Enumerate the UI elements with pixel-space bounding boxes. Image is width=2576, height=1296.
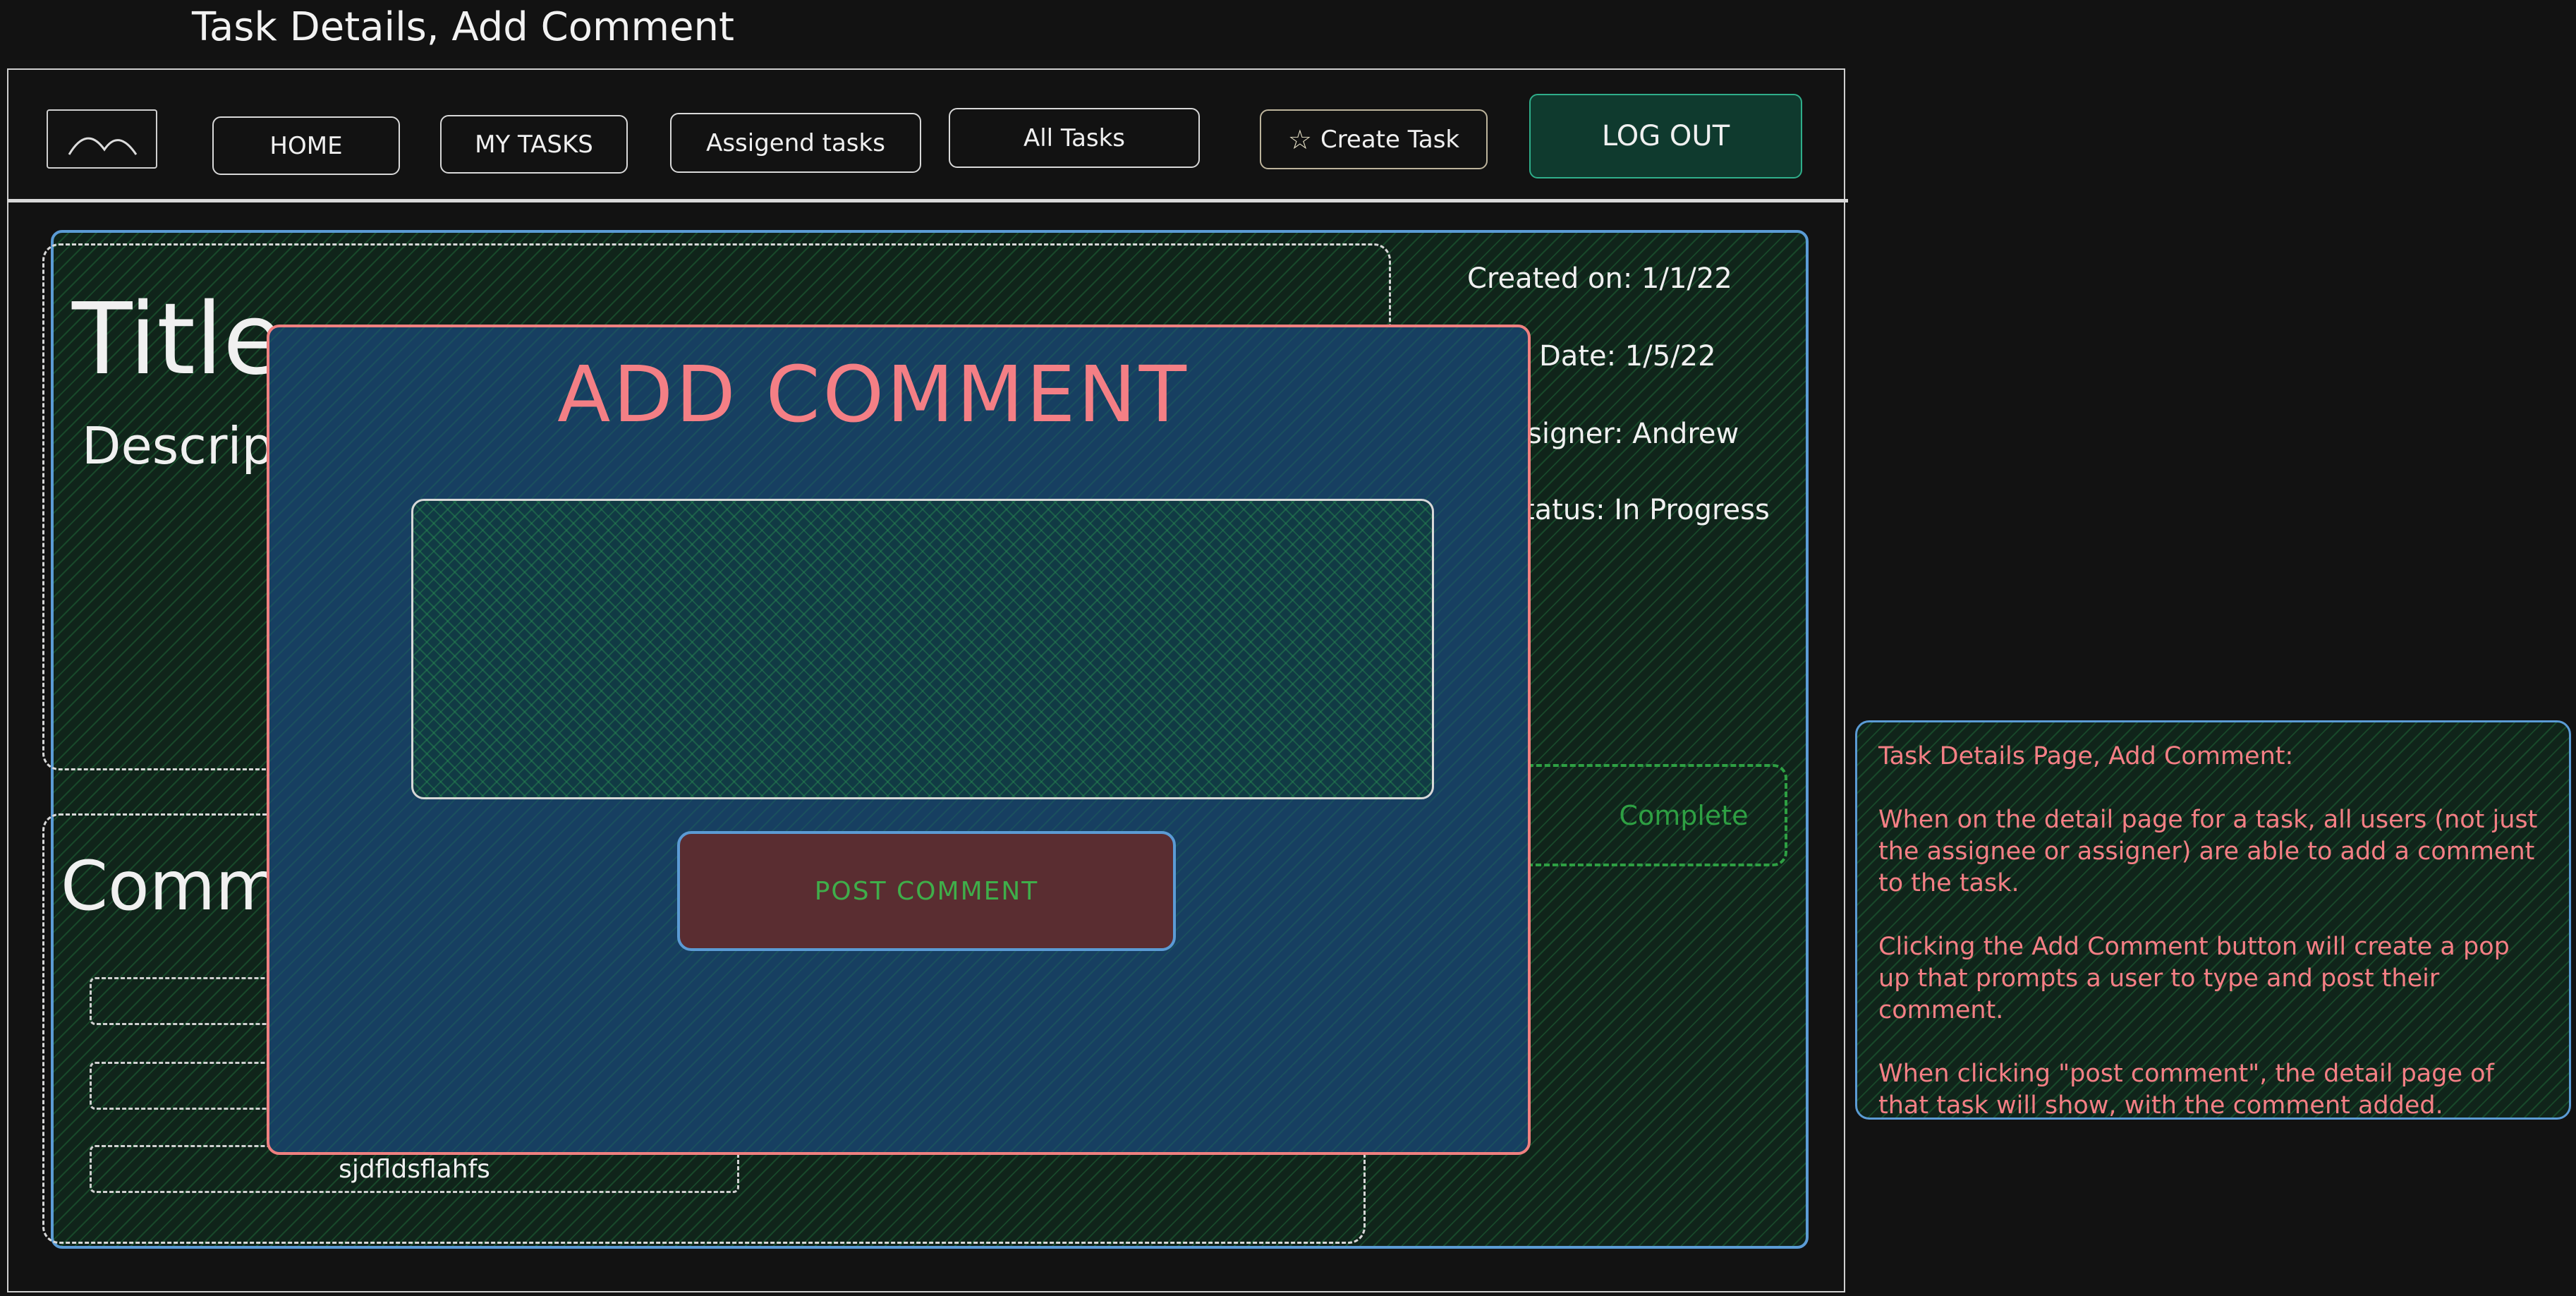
mountain-logo-icon <box>68 137 138 155</box>
complete-label: Complete <box>1619 799 1749 831</box>
assigner-text: signer: Andrew <box>1527 418 1739 450</box>
logo[interactable] <box>47 109 157 169</box>
nav-my-tasks-button[interactable]: MY TASKS <box>440 115 628 174</box>
star-icon: ☆ <box>1287 123 1312 155</box>
create-task-label: Create Task <box>1320 125 1460 154</box>
annotation-note: Task Details Page, Add Comment: When on … <box>1855 720 2571 1120</box>
task-description: Descrip <box>82 416 274 476</box>
note-heading: Task Details Page, Add Comment: <box>1878 742 2294 770</box>
comment-text: sjdfldsflahfs <box>339 1154 490 1184</box>
navbar-divider <box>7 199 1848 202</box>
note-paragraph: Clicking the Add Comment button will cre… <box>1878 933 2510 1024</box>
create-task-button[interactable]: ☆ Create Task <box>1260 109 1488 169</box>
nav-all-tasks-button[interactable]: All Tasks <box>949 108 1200 168</box>
due-date-text: Date: 1/5/22 <box>1539 340 1716 373</box>
page-title: Task Details, Add Comment <box>192 4 734 50</box>
comment-textarea[interactable] <box>411 499 1434 799</box>
logout-button[interactable]: LOG OUT <box>1529 94 1802 178</box>
nav-assigned-tasks-button[interactable]: Assigend tasks <box>670 113 921 173</box>
modal-title: ADD COMMENT <box>557 349 1189 440</box>
status-text: tatus: In Progress <box>1524 494 1770 526</box>
note-paragraph: When on the detail page for a task, all … <box>1878 806 2538 897</box>
post-comment-button[interactable]: POST COMMENT <box>677 831 1176 951</box>
nav-home-button[interactable]: HOME <box>212 116 400 175</box>
created-on-text: Created on: 1/1/22 <box>1467 262 1732 295</box>
task-title: Title <box>72 282 284 397</box>
note-paragraph: When clicking "post comment", the detail… <box>1878 1060 2494 1120</box>
post-comment-label: POST COMMENT <box>814 876 1039 906</box>
